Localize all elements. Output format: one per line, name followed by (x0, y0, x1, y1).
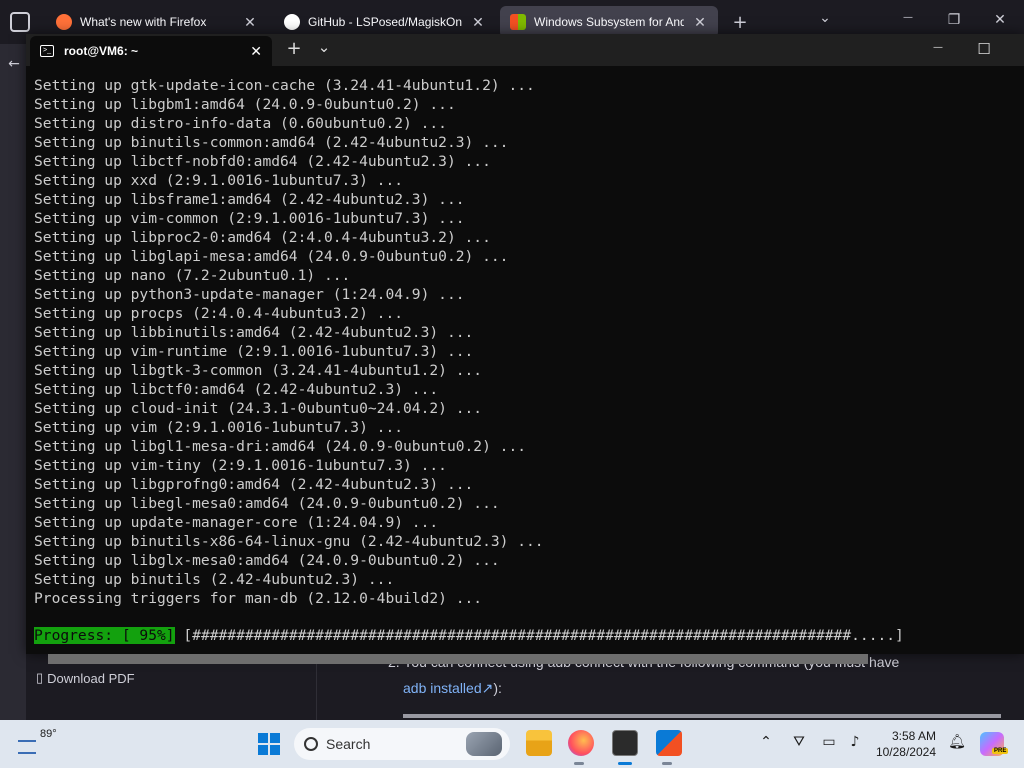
terminal-line: Setting up libctf0:amd64 (2.42-4ubuntu2.… (34, 381, 439, 398)
progress-line: Progress: [ 95%] [######################… (34, 626, 904, 645)
terminal-output[interactable]: Setting up gtk-update-icon-cache (3.24.4… (34, 76, 1014, 608)
new-tab-button[interactable]: + (730, 12, 750, 33)
terminal-icon: >_ (40, 45, 54, 57)
active-indicator (662, 762, 672, 765)
terminal-line: Setting up gtk-update-icon-cache (3.24.4… (34, 77, 535, 94)
terminal-line: Setting up libgl1-mesa-dri:amd64 (24.0.9… (34, 438, 527, 455)
download-pdf-link[interactable]: ▯ Download PDF (36, 670, 135, 686)
terminal-app-icon[interactable] (612, 730, 638, 756)
terminal-line: Setting up cloud-init (24.3.1-0ubuntu0~2… (34, 400, 483, 417)
terminal-line: Processing triggers for man-db (2.12.0-4… (34, 590, 483, 607)
terminal-window[interactable]: >_ root@VM6: ~ ✕ + ⌄ — ☐ Setting up gtk-… (26, 34, 1024, 664)
active-indicator (618, 762, 632, 765)
active-indicator (574, 762, 584, 765)
taskbar-search-box[interactable]: Search (294, 728, 510, 760)
show-hidden-icons-button[interactable]: ⌃ (758, 734, 774, 750)
terminal-line: Setting up libegl-mesa0:amd64 (24.0.9-0u… (34, 495, 500, 512)
clock-date: 10/28/2024 (875, 745, 936, 759)
progress-label: Progress: [ 95%] (34, 627, 175, 644)
display-icon[interactable]: ▭ (820, 734, 838, 750)
clock[interactable]: 3:58 AM 10/28/2024 (872, 728, 936, 760)
list-all-tabs-button[interactable]: ⌄ (815, 10, 835, 26)
horizontal-scrollbar[interactable] (48, 654, 868, 664)
terminal-line: Setting up vim (2:9.1.0016-1ubuntu7.3) .… (34, 419, 404, 436)
back-button[interactable]: ← (6, 56, 22, 72)
restore-button[interactable]: ❐ (944, 12, 964, 28)
terminal-line: Setting up libbinutils:amd64 (2.42-4ubun… (34, 324, 474, 341)
close-window-button[interactable]: ✕ (990, 12, 1010, 28)
network-icon[interactable]: ⛛ (790, 734, 808, 750)
notification-bell-icon[interactable]: 🔔︎ (948, 734, 966, 750)
start-button[interactable] (258, 733, 280, 755)
firefox-favicon-icon (56, 14, 72, 30)
terminal-line: Setting up libgtk-3-common (3.24.41-4ubu… (34, 362, 483, 379)
taskbar: 89° Search ⌃ ⛛ ▭ ♪ 3:58 AM 10/28/2024 🔔︎… (0, 720, 1024, 768)
microsoft-store-icon[interactable] (656, 730, 682, 756)
windows-logo-pane (258, 745, 268, 755)
weather-temp: 89° (40, 728, 57, 740)
terminal-line: Setting up nano (7.2-2ubuntu0.1) ... (34, 267, 351, 284)
terminal-line: Setting up libglx-mesa0:amd64 (24.0.9-0u… (34, 552, 500, 569)
tab-label: GitHub - LSPosed/MagiskOnWSA (308, 15, 462, 29)
terminal-line: Setting up python3-update-manager (1:24.… (34, 286, 465, 303)
minimize-button[interactable]: — (898, 12, 918, 23)
firefox-view-icon[interactable] (10, 12, 30, 32)
terminal-line: Setting up procps (2:4.0.4-4ubuntu3.2) .… (34, 305, 404, 322)
terminal-line: Setting up update-manager-core (1:24.04.… (34, 514, 439, 531)
terminal-titlebar: >_ root@VM6: ~ ✕ + ⌄ — ☐ (26, 34, 1024, 66)
terminal-line: Setting up libproc2-0:amd64 (2:4.0.4-4ub… (34, 229, 491, 246)
close-icon[interactable]: ✕ (692, 14, 708, 31)
terminal-line: Setting up binutils-common:amd64 (2.42-4… (34, 134, 509, 151)
terminal-line: Setting up libsframe1:amd64 (2.42-4ubunt… (34, 191, 465, 208)
windows-logo-pane (270, 745, 280, 755)
tab-label: What's new with Firefox (80, 15, 207, 29)
volume-icon[interactable]: ♪ (846, 734, 864, 750)
terminal-tab-title: root@VM6: ~ (64, 44, 139, 58)
wind-icon (18, 740, 36, 754)
github-favicon-icon (284, 14, 300, 30)
close-icon[interactable]: ✕ (242, 14, 258, 31)
new-tab-button[interactable]: + (284, 38, 304, 59)
search-highlight-icon (466, 732, 502, 756)
terminal-line: Setting up libgprofng0:amd64 (2.42-4ubun… (34, 476, 474, 493)
file-explorer-icon[interactable] (526, 730, 552, 756)
weather-widget[interactable]: 89° (18, 728, 57, 754)
search-icon (304, 737, 318, 751)
terminal-line: Setting up libctf-nobfd0:amd64 (2.42-4ub… (34, 153, 491, 170)
terminal-line: Setting up xxd (2:9.1.0016-1ubuntu7.3) .… (34, 172, 404, 189)
maximize-button[interactable]: ☐ (974, 40, 994, 58)
windows-logo-pane (270, 733, 280, 743)
code-block-edge (403, 714, 1001, 718)
terminal-line: Setting up vim-common (2:9.1.0016-1ubunt… (34, 210, 465, 227)
windows-favicon-icon (510, 14, 526, 30)
search-placeholder: Search (326, 736, 371, 752)
terminal-line: Setting up distro-info-data (0.60ubuntu0… (34, 115, 447, 132)
windows-logo-icon (258, 733, 268, 743)
tab-label: Windows Subsystem for Android (534, 15, 684, 29)
terminal-line: Setting up libglapi-mesa:amd64 (24.0.9-0… (34, 248, 509, 265)
download-pdf-label: Download PDF (47, 670, 135, 686)
terminal-line: Setting up vim-tiny (2:9.1.0016-1ubuntu7… (34, 457, 447, 474)
document-icon: ▯ (36, 670, 44, 685)
terminal-line: Setting up libgbm1:amd64 (24.0.9-0ubuntu… (34, 96, 456, 113)
firefox-nav-strip: ← (0, 44, 26, 720)
doc-text-suffix: ): (493, 680, 502, 696)
close-icon[interactable]: ✕ (470, 14, 486, 31)
terminal-line: Setting up binutils-x86-64-linux-gnu (2.… (34, 533, 544, 550)
terminal-tab[interactable]: >_ root@VM6: ~ ✕ (30, 36, 272, 66)
firefox-icon[interactable] (568, 730, 594, 756)
terminal-line: Setting up binutils (2.42-4ubuntu2.3) ..… (34, 571, 395, 588)
external-link-icon: ↗ (481, 680, 494, 696)
doc-text-line2: adb installed↗): (403, 680, 502, 697)
progress-bar-text: [#######################################… (174, 627, 904, 644)
adb-installed-link[interactable]: adb installed (403, 680, 482, 696)
clock-time: 3:58 AM (891, 729, 936, 743)
pre-badge: PRE (992, 748, 1009, 754)
dropdown-button[interactable]: ⌄ (314, 38, 334, 56)
minimize-button[interactable]: — (928, 42, 948, 53)
terminal-line: Setting up vim-runtime (2:9.1.0016-1ubun… (34, 343, 474, 360)
close-tab-icon[interactable]: ✕ (250, 43, 262, 60)
